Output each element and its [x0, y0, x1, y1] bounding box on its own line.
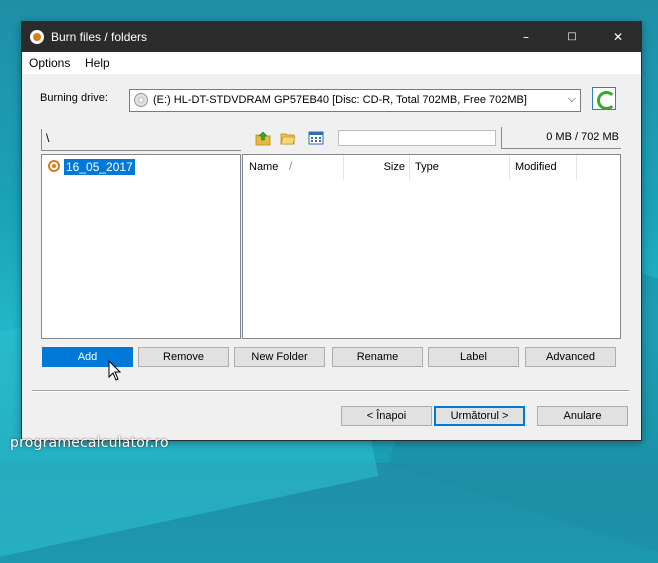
menu-help[interactable]: Help: [85, 56, 110, 70]
column-name-label: Name: [249, 161, 279, 173]
burning-drive-label: Burning drive:: [40, 92, 108, 104]
refresh-drives-button[interactable]: [592, 87, 616, 110]
refresh-icon: [597, 91, 616, 110]
next-button[interactable]: Următorul >: [434, 406, 525, 426]
sort-indicator-icon: /: [289, 161, 293, 173]
tree-item-label: 16_05_2017: [64, 159, 135, 175]
watermark-text: programecalculator.ro: [10, 435, 169, 451]
menu-bar: Options Help: [22, 52, 641, 74]
new-folder-icon[interactable]: [280, 130, 296, 146]
label-button[interactable]: Label: [428, 347, 519, 367]
disc-usage-progress: [338, 130, 496, 146]
remove-button[interactable]: Remove: [138, 347, 229, 367]
cancel-button[interactable]: Anulare: [537, 406, 628, 426]
burning-drive-select[interactable]: (E:) HL-DT-STDVDRAM GP57EB40 [Disc: CD-R…: [129, 89, 581, 112]
column-size-label: Size: [383, 161, 405, 173]
advanced-button[interactable]: Advanced: [525, 347, 616, 367]
disc-usage-text: 0 MB / 702 MB: [546, 131, 619, 143]
separator: [32, 390, 629, 392]
burning-drive-value: (E:) HL-DT-STDVDRAM GP57EB40 [Disc: CD-R…: [153, 94, 527, 106]
column-modified[interactable]: Modified: [510, 155, 577, 180]
chevron-down-icon: ⌵: [567, 92, 576, 105]
column-type[interactable]: Type: [410, 155, 510, 180]
disc-folder-icon: [48, 160, 60, 172]
new-folder-button[interactable]: New Folder: [234, 347, 325, 367]
minimize-button[interactable]: –: [503, 22, 549, 52]
disc-icon: [134, 93, 148, 107]
view-details-icon[interactable]: [308, 130, 324, 146]
column-modified-label: Modified: [515, 161, 557, 173]
column-type-label: Type: [415, 161, 439, 173]
disc-usage-size: 0 MB / 702 MB: [501, 127, 621, 149]
title-bar[interactable]: Burn files / folders – □ ✕: [22, 22, 641, 52]
close-button[interactable]: ✕: [595, 22, 641, 52]
mouse-pointer-icon: [108, 360, 122, 381]
current-path: \: [41, 129, 241, 151]
rename-button[interactable]: Rename: [332, 347, 423, 367]
current-path-text: \: [46, 131, 50, 145]
folder-up-icon[interactable]: [255, 130, 271, 146]
menu-options[interactable]: Options: [29, 56, 70, 70]
back-button[interactable]: < Înapoi: [341, 406, 432, 426]
column-size[interactable]: Size: [344, 155, 410, 180]
folder-tree[interactable]: 16_05_2017: [41, 154, 241, 339]
window-title: Burn files / folders: [51, 30, 148, 44]
app-disc-icon: [30, 30, 44, 44]
column-name[interactable]: Name /: [243, 155, 344, 180]
file-list[interactable]: Name / Size Type Modified: [242, 154, 621, 339]
maximize-button[interactable]: □: [549, 22, 595, 52]
